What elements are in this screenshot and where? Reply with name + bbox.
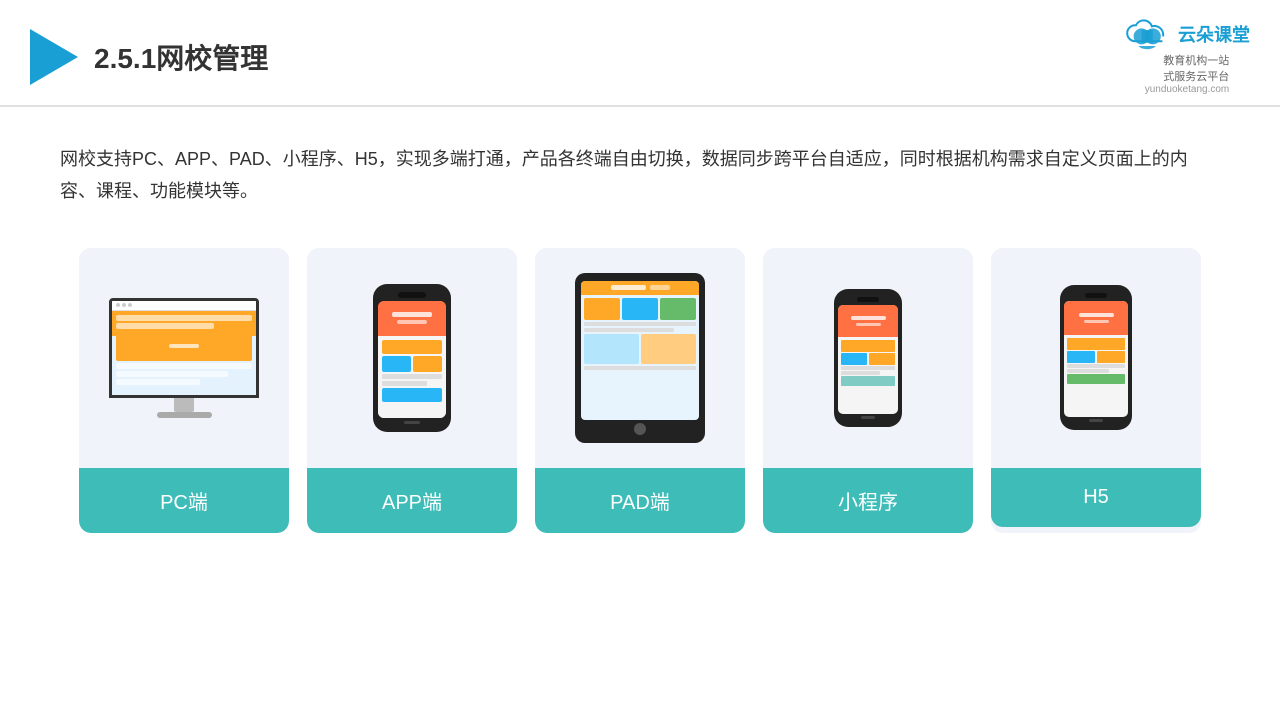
mini-phone-icon [834,289,902,427]
card-app[interactable]: APP端 [307,248,517,533]
pad-label: PAD端 [535,468,745,533]
card-h5[interactable]: H5 [991,248,1201,533]
cloud-logo: 云朵课堂 [1124,18,1250,50]
pc-label: PC端 [79,468,289,533]
brand-url: yunduoketang.com [1145,84,1230,95]
card-pad[interactable]: PAD端 [535,248,745,533]
page-header: 2.5.1网校管理 云朵课堂 教育机构一站 式服务云平台 yunduoketan… [0,0,1280,107]
app-image-area [307,248,517,468]
app-phone-icon [373,284,451,432]
logo-triangle-icon [30,29,78,85]
mini-label: 小程序 [763,468,973,533]
h5-label: H5 [991,468,1201,527]
description-text: 网校支持PC、APP、PAD、小程序、H5，实现多端打通，产品各终端自由切换，数… [0,107,1280,228]
h5-image-area [991,248,1201,468]
pc-monitor-icon [109,298,259,418]
pad-tablet-icon [575,273,705,443]
cloud-logo-icon [1124,18,1172,50]
header-right: 云朵课堂 教育机构一站 式服务云平台 yunduoketang.com [1124,18,1250,95]
cards-container: PC端 [0,228,1280,563]
header-left: 2.5.1网校管理 [30,29,268,85]
h5-dual-phones-icon [1060,285,1132,430]
app-label: APP端 [307,468,517,533]
pad-image-area [535,248,745,468]
brand-name: 云朵课堂 [1178,21,1250,47]
page-title: 2.5.1网校管理 [94,37,268,77]
pc-image-area [79,248,289,468]
brand-subtitle: 教育机构一站 式服务云平台 [1163,52,1229,84]
description-paragraph: 网校支持PC、APP、PAD、小程序、H5，实现多端打通，产品各终端自由切换，数… [60,143,1220,208]
mini-image-area [763,248,973,468]
card-pc[interactable]: PC端 [79,248,289,533]
card-mini[interactable]: 小程序 [763,248,973,533]
